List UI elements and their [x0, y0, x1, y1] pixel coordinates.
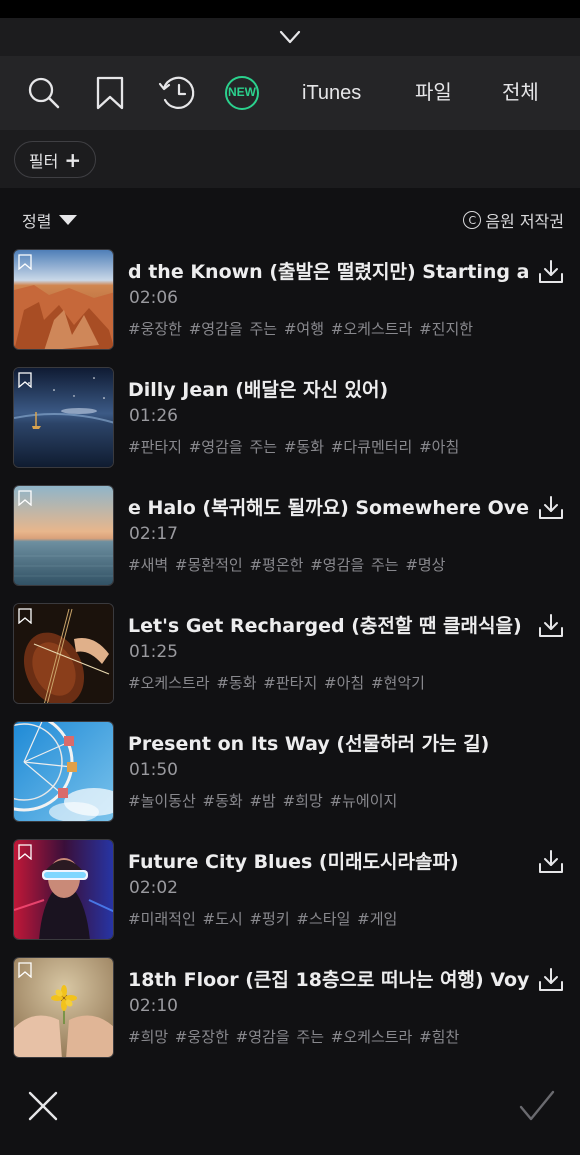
album-art — [13, 485, 114, 586]
sort-label: 정렬 — [22, 212, 52, 231]
sort-bar: 정렬 C 음원 저작권 — [0, 188, 580, 246]
album-art — [13, 367, 114, 468]
bookmark-icon — [96, 76, 124, 110]
track-title: Present on Its Way (선물하러 가는 길) — [128, 733, 490, 755]
list-item[interactable]: d the Known (출발은 떨렸지만) Starting a Jo 02:… — [0, 246, 580, 364]
copyright-label: 음원 저작권 — [485, 212, 564, 231]
track-tags: #판타지 #영감을 주는 #동화 #다큐멘터리 #아침 — [128, 438, 460, 456]
track-title: 18th Floor (큰집 18층으로 떠나는 여행) Voyag — [128, 969, 530, 991]
list-item[interactable]: Let's Get Recharged (충전할 땐 클래식을) 01:25 #… — [0, 600, 580, 718]
history-button[interactable] — [157, 73, 197, 113]
album-art — [13, 603, 114, 704]
album-art — [13, 957, 114, 1058]
close-icon[interactable] — [26, 1089, 60, 1123]
download-icon[interactable] — [537, 612, 565, 640]
tab-all[interactable]: 전체 — [502, 78, 539, 108]
download-icon[interactable] — [537, 258, 565, 286]
bookmark-icon[interactable] — [18, 962, 32, 978]
list-item[interactable]: Dilly Jean (배달은 자신 있어) 01:26 #판타지 #영감을 주… — [0, 364, 580, 482]
bottom-action-bar — [0, 1065, 580, 1155]
search-icon — [28, 77, 60, 109]
sort-dropdown[interactable]: 정렬 — [22, 208, 78, 232]
list-item[interactable]: 18th Floor (큰집 18층으로 떠나는 여행) Voyag 02:10… — [0, 954, 580, 1072]
track-list: d the Known (출발은 떨렸지만) Starting a Jo 02:… — [0, 246, 580, 1072]
copyright-link[interactable]: C 음원 저작권 — [463, 208, 564, 232]
track-duration: 02:02 — [129, 878, 178, 898]
track-tags: #미래적인 #도시 #펑키 #스타일 #게임 — [128, 910, 398, 928]
bookmark-icon[interactable] — [18, 372, 32, 388]
source-toolbar: NEW iTunes 파일 전체 — [0, 56, 580, 130]
filter-label: 필터 — [28, 151, 59, 171]
plus-icon: + — [64, 147, 82, 172]
track-tags: #오케스트라 #동화 #판타지 #아침 #현악기 — [128, 674, 425, 692]
track-duration: 01:26 — [129, 406, 178, 426]
bookmark-icon[interactable] — [18, 608, 32, 624]
track-title: e Halo (복귀해도 될까요) Somewhere Over t — [128, 497, 530, 519]
new-badge-label: NEW — [228, 85, 256, 99]
status-strip — [0, 0, 580, 18]
chevron-down-icon[interactable] — [279, 30, 301, 44]
list-item[interactable]: e Halo (복귀해도 될까요) Somewhere Over t 02:17… — [0, 482, 580, 600]
caret-down-icon — [59, 215, 78, 225]
copyright-icon: C — [463, 211, 482, 229]
track-duration: 02:10 — [129, 996, 178, 1016]
filter-bar: 필터 + — [0, 130, 580, 188]
track-duration: 02:06 — [129, 288, 178, 308]
filter-button[interactable]: 필터 + — [14, 141, 96, 178]
bookmark-icon[interactable] — [18, 254, 32, 270]
track-title: Let's Get Recharged (충전할 땐 클래식을) — [128, 615, 522, 637]
download-icon[interactable] — [537, 848, 565, 876]
track-duration: 01:25 — [129, 642, 178, 662]
list-item[interactable]: Present on Its Way (선물하러 가는 길) 01:50 #놀이… — [0, 718, 580, 836]
track-tags: #새벽 #몽환적인 #평온한 #영감을 주는 #명상 — [128, 556, 446, 574]
track-duration: 01:50 — [129, 760, 178, 780]
tab-itunes[interactable]: iTunes — [302, 78, 361, 108]
track-title: Future City Blues (미래도시라솔파) — [128, 851, 459, 873]
check-icon[interactable] — [518, 1089, 556, 1123]
track-duration: 02:17 — [129, 524, 178, 544]
new-tab[interactable]: NEW — [222, 73, 262, 113]
track-tags: #희망 #웅장한 #영감을 주는 #오케스트라 #힘찬 — [128, 1028, 460, 1046]
track-title: d the Known (출발은 떨렸지만) Starting a Jo — [128, 261, 530, 283]
track-tags: #웅장한 #영감을 주는 #여행 #오케스트라 #진지한 — [128, 320, 474, 338]
bookmark-button[interactable] — [90, 73, 130, 113]
track-title: Dilly Jean (배달은 자신 있어) — [128, 379, 389, 401]
track-tags: #놀이동산 #동화 #밤 #희망 #뉴에이지 — [128, 792, 398, 810]
tab-files[interactable]: 파일 — [415, 78, 452, 108]
search-button[interactable] — [24, 73, 64, 113]
history-icon — [158, 76, 195, 109]
album-art — [13, 249, 114, 350]
list-item[interactable]: Future City Blues (미래도시라솔파) 02:02 #미래적인 … — [0, 836, 580, 954]
bookmark-icon[interactable] — [18, 844, 32, 860]
download-icon[interactable] — [537, 966, 565, 994]
collapse-handle[interactable] — [0, 18, 580, 56]
album-art — [13, 721, 114, 822]
download-icon[interactable] — [537, 494, 565, 522]
album-art — [13, 839, 114, 940]
bookmark-icon[interactable] — [18, 490, 32, 506]
